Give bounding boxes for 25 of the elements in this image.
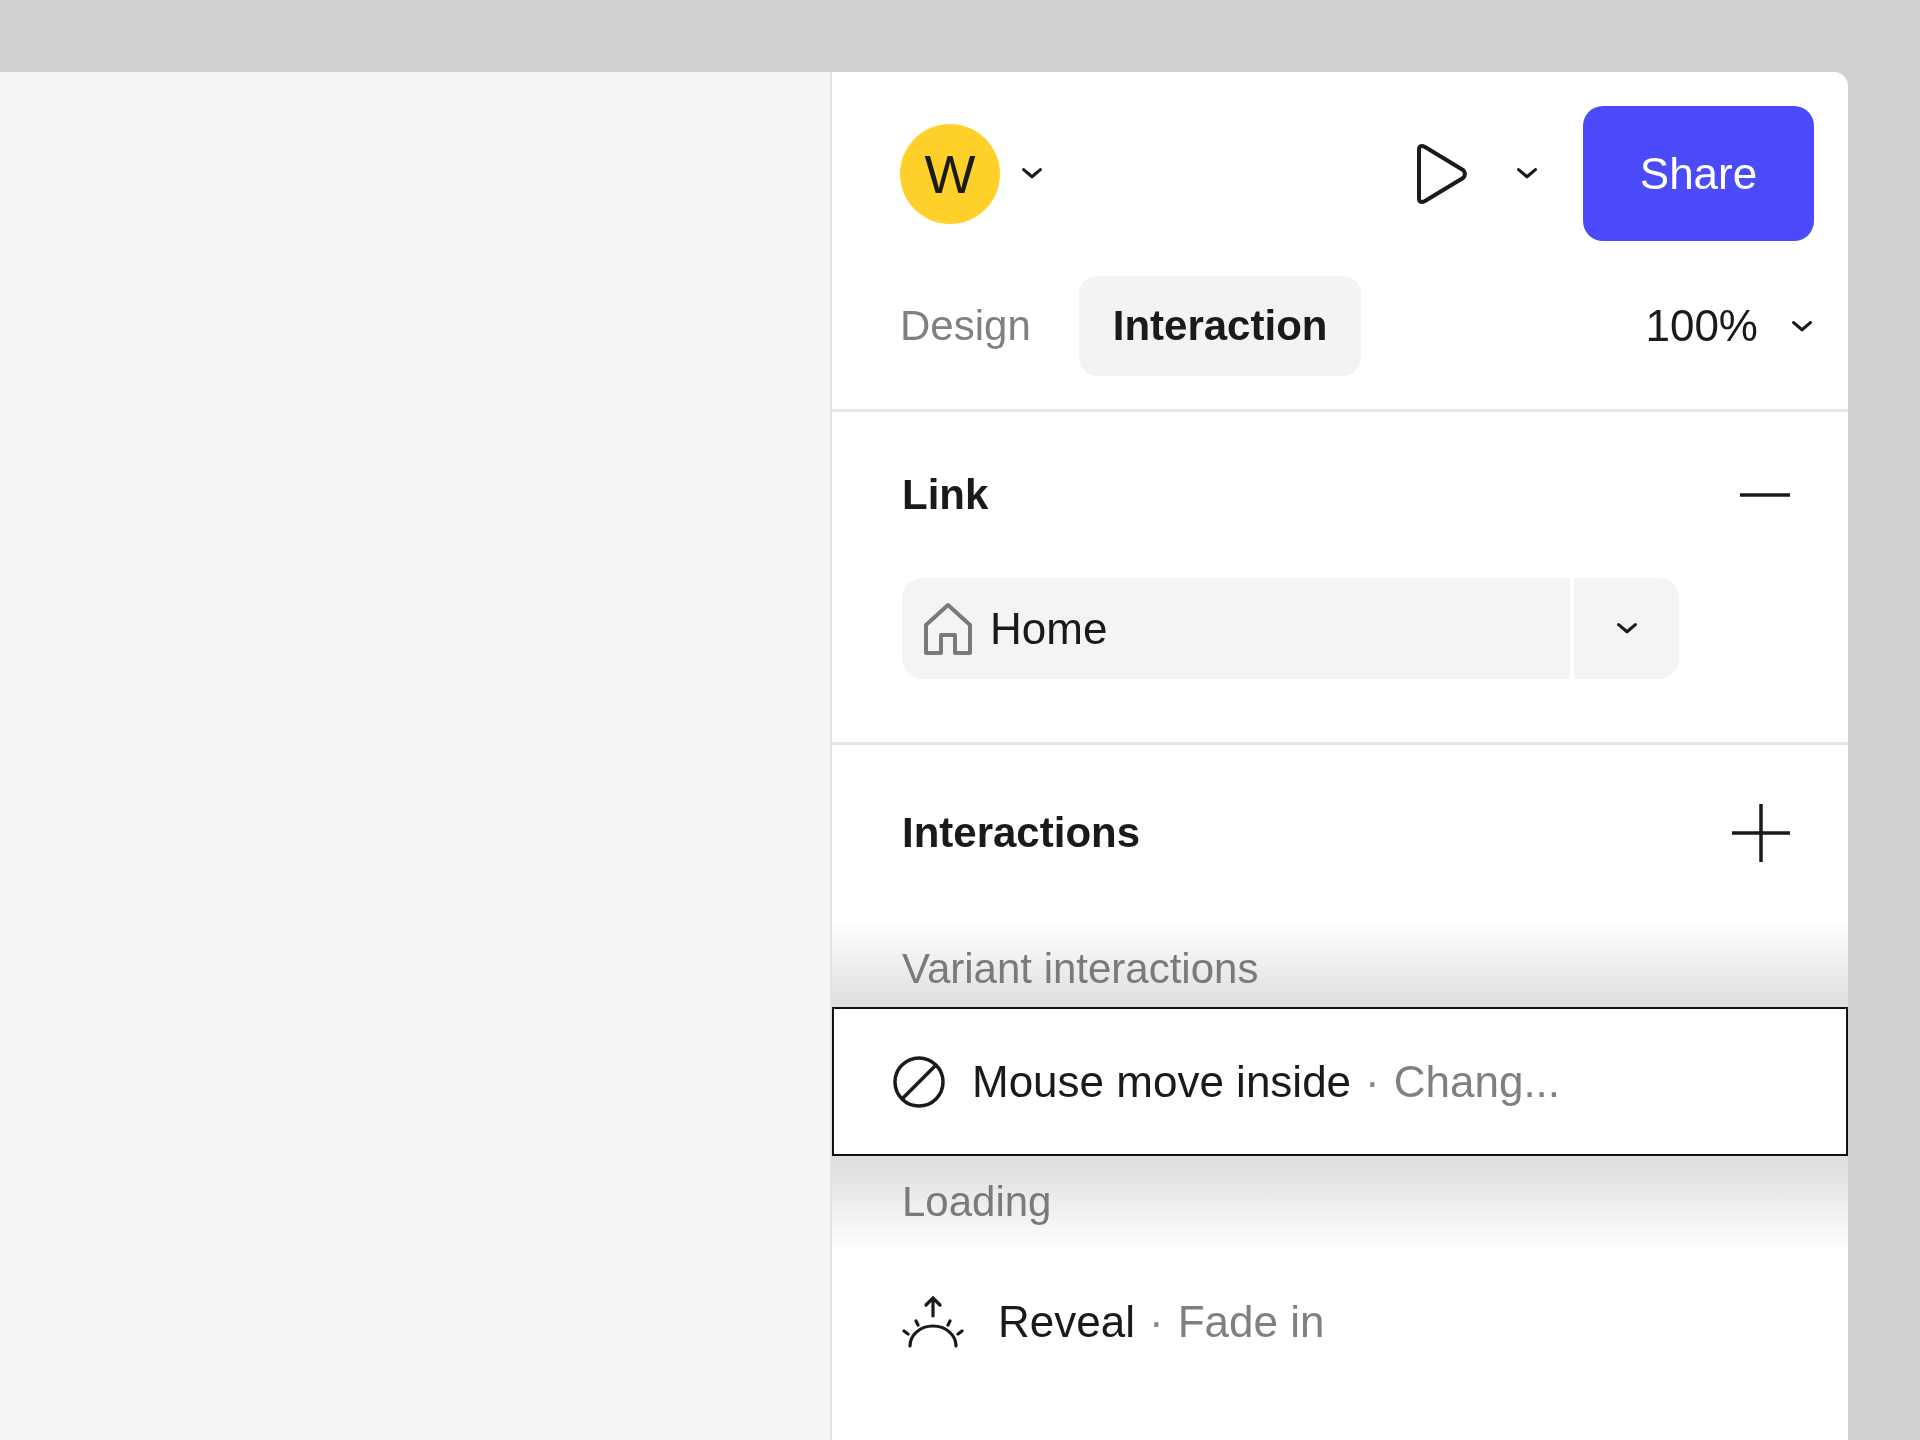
section-title: Link xyxy=(902,471,989,519)
interaction-row[interactable]: Mouse move inside · Chang... xyxy=(832,1007,1848,1156)
prohibited-icon xyxy=(892,1054,946,1109)
trigger-label: Mouse move inside xyxy=(972,1056,1352,1107)
caret-icon[interactable] xyxy=(1614,621,1639,636)
trigger-label: Reveal xyxy=(998,1297,1135,1347)
separator-dot: · xyxy=(1148,1297,1164,1347)
user-avatar[interactable]: W xyxy=(900,123,1000,224)
zoom-level[interactable]: 100% xyxy=(1645,301,1758,351)
tab[interactable]: Interaction xyxy=(1078,276,1362,376)
share-button[interactable]: Share xyxy=(1583,106,1814,241)
tab[interactable]: Design xyxy=(866,276,1065,376)
group-label: Loading xyxy=(902,1177,1052,1226)
home-icon xyxy=(922,600,974,657)
caret-icon[interactable] xyxy=(1020,166,1044,181)
caret-icon[interactable] xyxy=(1790,318,1814,334)
action-label: Chang... xyxy=(1393,1056,1561,1107)
caret-icon[interactable] xyxy=(1515,166,1539,181)
sunrise-arrow-icon xyxy=(902,1294,964,1350)
plus-icon[interactable] xyxy=(1730,802,1792,864)
action-label: Fade in xyxy=(1177,1297,1325,1347)
separator-dot: · xyxy=(1365,1056,1380,1107)
page-dropdown[interactable]: Home xyxy=(902,578,1679,679)
group-label: Variant interactions xyxy=(902,945,1259,994)
section-title: Interactions xyxy=(902,809,1141,857)
